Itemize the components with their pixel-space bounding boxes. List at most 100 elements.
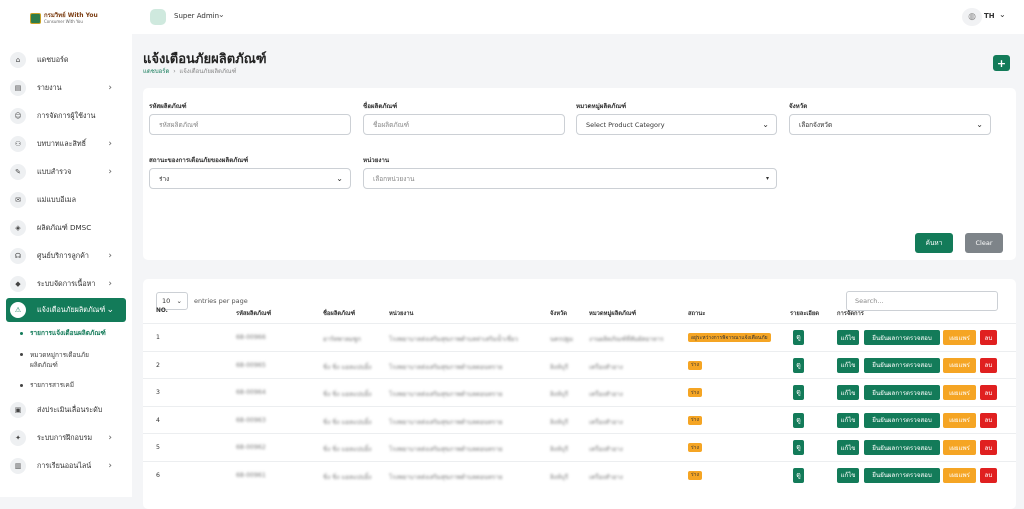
confirm-button[interactable]: ยืนยันผลการตรวจสอบ [864, 412, 940, 428]
status-select-value: ร่าง [159, 174, 170, 183]
edit-button[interactable]: แก้ไข [837, 330, 859, 345]
sidebar-item[interactable]: ▤ รายงาน › [0, 74, 132, 102]
cell-category: เครื่องสำอาง [589, 363, 623, 371]
entries-control: 10 ⌄ entries per page [156, 292, 248, 310]
column-header[interactable]: หน่วยงาน [389, 308, 413, 318]
alert-icon: ⚠ [10, 302, 26, 318]
edit-button[interactable]: แก้ไข [837, 467, 859, 483]
status-select[interactable]: ร่าง ⌄ [149, 168, 351, 189]
publish-button[interactable]: เผยแพร่ [943, 412, 976, 428]
cell-code: 68-00964 [236, 389, 266, 396]
cell-name: ชิ่ง ชิ่ง แอลแปบอิ้ง [323, 363, 372, 371]
edit-button[interactable]: แก้ไข [837, 385, 859, 400]
publish-button[interactable]: เผยแพร่ [943, 330, 976, 345]
globe-icon[interactable]: ◍ [962, 8, 982, 26]
cell-name: อาร์ทพาลมซูก [323, 336, 361, 343]
publish-button[interactable]: เผยแพร่ [943, 440, 976, 455]
confirm-button[interactable]: ยืนยันผลการตรวจสอบ [864, 357, 940, 373]
caret-down-icon: ▾ [765, 175, 769, 182]
cell-agency: โรงพยาบาลส่งเสริมสุขภาพตำบลท่าเสริมน้ำเช… [389, 336, 518, 343]
sidebar-item[interactable]: ▥ การเรียนออนไลน์ › [0, 452, 132, 480]
cell-no: 2 [156, 361, 160, 369]
cell-agency: โรงพยาบาลส่งเสริมสุขภาพตำบลดอนทราย [389, 391, 503, 398]
delete-button[interactable]: ลบ [980, 385, 997, 400]
column-header[interactable]: ชื่อผลิตภัณฑ์ [323, 308, 355, 318]
sidebar-item[interactable]: ⚇ บทบาทและสิทธิ์ › [0, 130, 132, 158]
cell-province: ลิงห์บุรี [550, 418, 569, 426]
confirm-button[interactable]: ยืนยันผลการตรวจสอบ [864, 440, 940, 455]
publish-button[interactable]: เผยแพร่ [943, 467, 976, 483]
user-name[interactable]: Super Admin [174, 12, 219, 20]
breadcrumb-current: แจ้งเตือนภัยผลิตภัณฑ์ [179, 68, 237, 75]
sidebar-item[interactable]: ▣ ส่งประเมินเลื่อนระดับ [0, 396, 132, 424]
breadcrumb-home[interactable]: แดชบอร์ด [143, 68, 169, 75]
sidebar-item-label: ผลิตภัณฑ์ DMSC [37, 222, 92, 232]
sidebar-item-label: แจ้งเตือนภัยผลิตภัณฑ์ [37, 304, 106, 314]
delete-button[interactable]: ลบ [980, 357, 997, 373]
sidebar-item[interactable]: ✦ ระบบการฝึกอบรม › [0, 424, 132, 452]
delete-button[interactable]: ลบ [980, 467, 997, 483]
column-header[interactable]: สถานะ [688, 308, 705, 318]
view-button[interactable]: ดู [793, 412, 804, 428]
edit-button[interactable]: แก้ไข [837, 357, 859, 373]
cell-name: ชิ่ง ชิ่ง แอลแปบอิ้ง [323, 446, 372, 453]
edit-button[interactable]: แก้ไข [837, 412, 859, 428]
cell-no: 4 [156, 416, 160, 424]
avatar[interactable] [150, 9, 166, 25]
sidebar-subitem[interactable]: รายการสารเคมี [0, 374, 132, 396]
view-button[interactable]: ดู [793, 357, 804, 373]
view-button[interactable]: ดู [793, 467, 804, 483]
delete-button[interactable]: ลบ [980, 440, 997, 455]
column-header[interactable]: NO. [156, 308, 168, 314]
delete-button[interactable]: ลบ [980, 412, 997, 428]
publish-button[interactable]: เผยแพร่ [943, 385, 976, 400]
agency-select[interactable]: เลือกหน่วยงาน ▾ [363, 168, 777, 189]
province-select-value: เลือกจังหวัด [799, 120, 833, 129]
column-header[interactable]: รายละเอียด [790, 308, 819, 318]
confirm-button[interactable]: ยืนยันผลการตรวจสอบ [864, 330, 940, 345]
view-button[interactable]: ดู [793, 440, 804, 455]
column-header[interactable]: หมวดหมู่ผลิตภัณฑ์ [589, 308, 636, 318]
sidebar-item[interactable]: ◆ ระบบจัดการเนื้อหา › [0, 270, 132, 298]
name-input[interactable]: ชื่อผลิตภัณฑ์ [363, 114, 565, 135]
delete-button[interactable]: ลบ [980, 330, 997, 345]
sidebar-item-label: ระบบจัดการเนื้อหา [37, 278, 96, 288]
cell-category: เครื่องสำอาง [589, 446, 623, 453]
sidebar-subitem[interactable]: หมวดหมู่การเตือนภัย ผลิตภัณฑ์ [0, 344, 132, 374]
sidebar-subitem-label: รายการแจ้งเตือนผลิตภัณฑ์ [30, 329, 106, 337]
search-button[interactable]: ค้นหา [915, 233, 953, 253]
language-selector[interactable]: TH [984, 12, 995, 20]
email-icon: ✉ [10, 192, 26, 208]
sidebar-item[interactable]: ◈ ผลิตภัณฑ์ DMSC [0, 214, 132, 242]
view-button[interactable]: ดู [793, 330, 804, 345]
province-select[interactable]: เลือกจังหวัด ⌄ [789, 114, 991, 135]
code-input[interactable]: รหัสผลิตภัณฑ์ [149, 114, 351, 135]
sidebar-item[interactable]: ✉ แม่แบบอีเมล [0, 186, 132, 214]
chevron-right-icon: › [108, 251, 112, 261]
chevron-right-icon: › [108, 167, 112, 177]
name-label: ชื่อผลิตภัณฑ์ [363, 103, 398, 110]
view-button[interactable]: ดู [793, 385, 804, 400]
column-header[interactable]: รหัสผลิตภัณฑ์ [236, 308, 271, 318]
edit-button[interactable]: แก้ไข [837, 440, 859, 455]
publish-button[interactable]: เผยแพร่ [943, 357, 976, 373]
table-search-input[interactable]: Search... [846, 291, 998, 311]
confirm-button[interactable]: ยืนยันผลการตรวจสอบ [864, 385, 940, 400]
category-select[interactable]: Select Product Category ⌄ [576, 114, 777, 135]
sidebar-item[interactable]: ⚠ แจ้งเตือนภัยผลิตภัณฑ์ ⌄ [6, 298, 126, 322]
sidebar-subitem[interactable]: รายการแจ้งเตือนผลิตภัณฑ์ [0, 322, 132, 344]
clear-button[interactable]: Clear [965, 233, 1003, 253]
cell-code: 68-00962 [236, 444, 266, 451]
confirm-button[interactable]: ยืนยันผลการตรวจสอบ [864, 467, 940, 483]
sidebar-item[interactable]: ☺ การจัดการผู้ใช้งาน [0, 102, 132, 130]
add-button[interactable]: + [993, 55, 1010, 71]
chevron-down-icon[interactable]: ⌄ [218, 10, 225, 19]
column-header[interactable]: จังหวัด [550, 308, 567, 318]
sidebar-item[interactable]: ☊ ศูนย์บริการลูกค้า › [0, 242, 132, 270]
users-icon: ☺ [10, 108, 26, 124]
logo[interactable]: กรมวิทย์ With You Consumer With You [30, 11, 98, 25]
sidebar-item[interactable]: ⌂ แดชบอร์ด [0, 46, 132, 74]
sidebar-item-label: แม่แบบอีเมล [37, 194, 77, 204]
chevron-down-icon[interactable]: ⌄ [999, 10, 1006, 19]
sidebar-item[interactable]: ✎ แบบสำรวจ › [0, 158, 132, 186]
